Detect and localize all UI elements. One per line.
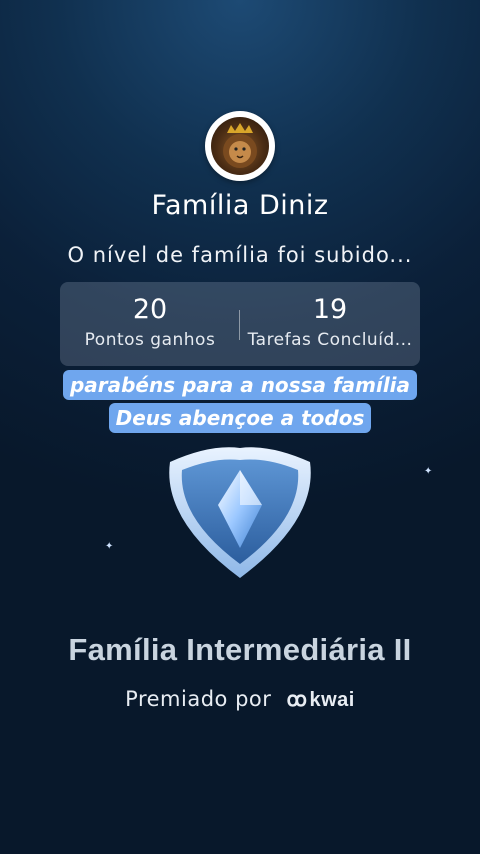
family-name: Família Diniz	[151, 190, 329, 221]
stat-points: 20 Pontos ganhos	[60, 282, 240, 366]
tasks-label: Tarefas Concluíd...	[247, 330, 413, 350]
avatar[interactable]	[205, 111, 275, 181]
points-label: Pontos ganhos	[84, 330, 216, 350]
tasks-value: 19	[312, 294, 348, 325]
caption-text-2: Deus abençoe a todos	[108, 403, 372, 433]
kwai-brand: kwai	[309, 689, 355, 711]
caption-text-1: parabéns para a nossa família	[62, 370, 418, 400]
caption-line-2: Deus abençoe a todos	[0, 403, 480, 433]
level-up-message: O nível de família foi subido...	[67, 243, 413, 267]
lion-crown-icon	[211, 117, 269, 175]
sparkle-icon: ✦	[105, 541, 114, 552]
awarded-prefix: Premiado por	[125, 687, 272, 711]
sparkle-icon: ✦	[424, 466, 433, 477]
points-value: 20	[132, 294, 168, 325]
badge-title: Família Intermediária II	[68, 632, 412, 667]
diamond-shield-icon	[150, 440, 330, 585]
kwai-logo-icon: ꝏ	[286, 689, 308, 711]
stat-tasks: 19 Tarefas Concluíd...	[240, 282, 420, 366]
caption-line-1: parabéns para a nossa família	[0, 370, 480, 400]
awarded-by: Premiado por ꝏ kwai	[0, 687, 480, 712]
stats-panel: 20 Pontos ganhos 19 Tarefas Concluíd...	[60, 282, 420, 366]
